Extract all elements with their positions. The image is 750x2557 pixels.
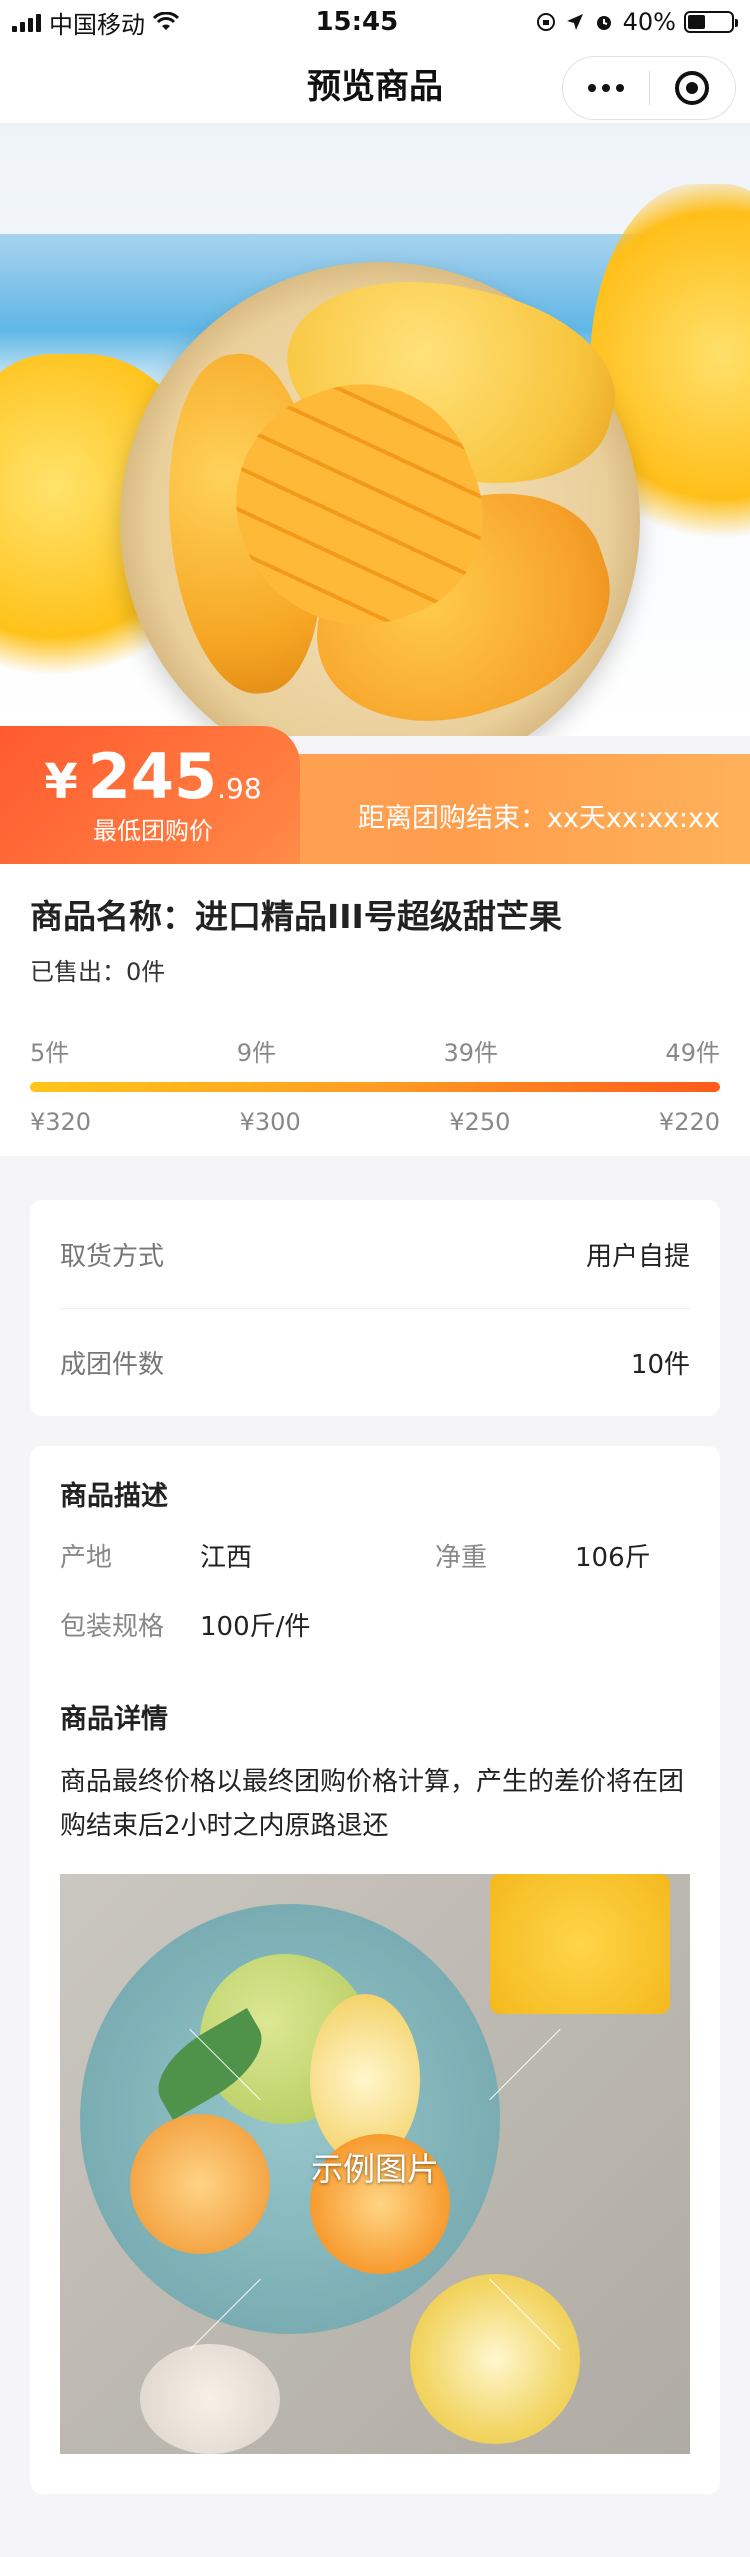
price-tiers: 5件 9件 39件 49件 ¥320 ¥300 ¥250 ¥220 bbox=[30, 1033, 720, 1136]
product-info: 商品名称：进口精品III号超级甜芒果 已售出：0件 5件 9件 39件 49件 … bbox=[0, 864, 750, 1156]
package-value: 100斤/件 bbox=[200, 1612, 311, 1642]
battery-fill bbox=[687, 15, 705, 29]
example-image-label: 示例图片 bbox=[310, 2150, 439, 2188]
details-title: 商品详情 bbox=[60, 1704, 168, 1735]
price-line: ¥ 245 .98 bbox=[38, 740, 268, 813]
signal-icon bbox=[12, 12, 41, 32]
description-title: 商品描述 bbox=[60, 1481, 168, 1512]
tier-quantity: 5件 bbox=[30, 1039, 70, 1067]
status-bar: 中国移动 15:45 40% bbox=[0, 0, 750, 44]
group-buy-countdown: 距离团购结束：xx天xx:xx:xx bbox=[357, 803, 720, 834]
status-right: 40% bbox=[535, 8, 738, 36]
alarm-icon bbox=[596, 16, 611, 30]
price-note: 最低团购价 bbox=[93, 817, 213, 845]
group-size-row: 成团件数 10件 bbox=[60, 1308, 690, 1416]
page-title: 预览商品 bbox=[307, 67, 443, 107]
product-name: 商品名称：进口精品III号超级甜芒果 bbox=[30, 897, 562, 936]
miniprogram-capsule bbox=[562, 56, 736, 120]
example-image: 示例图片 bbox=[60, 1874, 690, 2454]
tier-price: ¥300 bbox=[239, 1108, 301, 1136]
weight-label: 净重 bbox=[435, 1543, 488, 1573]
price-banner: ¥ 245 .98 最低团购价 距离团购结束：xx天xx:xx:xx bbox=[0, 726, 750, 864]
nav-bar: 预览商品 bbox=[0, 44, 750, 124]
origin-label: 产地 bbox=[60, 1543, 113, 1573]
tier-quantities: 5件 9件 39件 49件 bbox=[30, 1033, 720, 1068]
clock: 15:45 bbox=[315, 7, 399, 37]
tier-quantity: 39件 bbox=[443, 1039, 498, 1067]
tier-quantity: 49件 bbox=[665, 1039, 720, 1067]
origin-value: 江西 bbox=[200, 1543, 253, 1573]
pickup-card: 取货方式 用户自提 成团件数 10件 bbox=[30, 1200, 720, 1416]
tier-progress-bar bbox=[30, 1082, 720, 1092]
group-size-label: 成团件数 bbox=[60, 1350, 165, 1380]
lowest-price: ¥ 245 .98 最低团购价 bbox=[38, 740, 268, 846]
tier-quantity: 9件 bbox=[236, 1039, 276, 1067]
price-integer: 245 bbox=[87, 740, 218, 813]
tier-price: ¥220 bbox=[658, 1108, 720, 1136]
carrier-name: 中国移动 bbox=[49, 10, 145, 39]
pickup-method-value: 用户自提 bbox=[585, 1241, 690, 1272]
weight-value: 106斤 bbox=[575, 1543, 651, 1573]
spec-grid: 产地 江西 净重 106斤 包装规格 100斤/件 bbox=[60, 1537, 690, 1643]
currency-symbol: ¥ bbox=[44, 754, 78, 810]
description-card: 商品描述 产地 江西 净重 106斤 包装规格 100斤/件 商品详情 商品最终… bbox=[30, 1446, 720, 2494]
details-text: 商品最终价格以最终团购价格计算，产生的差价将在团购结束后2小时之内原路退还 bbox=[60, 1767, 685, 1841]
location-icon bbox=[566, 14, 583, 30]
tier-price: ¥320 bbox=[30, 1108, 92, 1136]
pickup-method-label: 取货方式 bbox=[60, 1241, 165, 1272]
wifi-icon bbox=[153, 12, 179, 30]
mango-hero-image bbox=[0, 124, 750, 736]
battery-percent: 40% bbox=[622, 8, 676, 36]
group-size-value: 10件 bbox=[630, 1350, 690, 1380]
more-icon[interactable] bbox=[563, 84, 649, 92]
battery-icon bbox=[683, 11, 738, 33]
rotation-lock-icon bbox=[536, 13, 555, 31]
tier-price: ¥250 bbox=[449, 1108, 511, 1136]
status-left: 中国移动 bbox=[12, 5, 179, 40]
close-miniprogram-icon bbox=[675, 71, 710, 105]
pickup-method-row: 取货方式 用户自提 bbox=[60, 1200, 690, 1308]
sold-count: 已售出：0件 bbox=[30, 958, 166, 986]
package-label: 包装规格 bbox=[60, 1612, 165, 1642]
tier-prices: ¥320 ¥300 ¥250 ¥220 bbox=[30, 1108, 720, 1136]
price-decimal: .98 bbox=[217, 772, 262, 805]
close-miniprogram-button[interactable] bbox=[650, 71, 736, 105]
